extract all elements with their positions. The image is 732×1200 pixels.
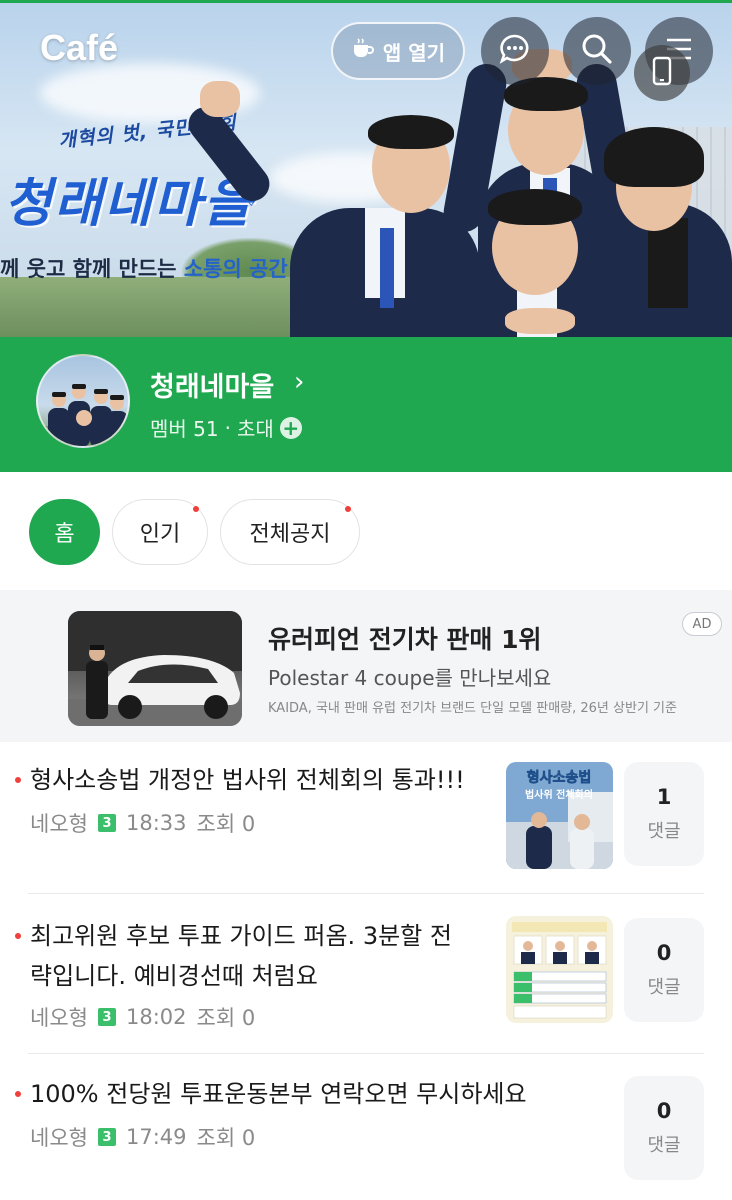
- comment-label: 댓글: [647, 821, 681, 842]
- search-icon: [580, 32, 614, 70]
- phone-icon: [651, 56, 673, 90]
- cafe-avatar[interactable]: [36, 354, 130, 448]
- ad-title[interactable]: 유러피언 전기차 판매 1위: [268, 620, 542, 656]
- post-item[interactable]: 형사소송법 개정안 법사위 전체회의 통과!!! 네오형 3 18:33 조회 …: [0, 742, 732, 892]
- post-time: 17:49: [125, 1125, 187, 1149]
- new-dot: [15, 777, 21, 783]
- search-button[interactable]: [563, 17, 631, 85]
- tab-home[interactable]: 홈: [29, 499, 100, 565]
- ad-badge[interactable]: AD: [682, 612, 722, 636]
- comment-count: 1: [656, 785, 672, 809]
- level-badge: 3: [97, 1008, 116, 1026]
- post-meta: 네오형 3 18:33 조회 0: [30, 808, 255, 838]
- post-author[interactable]: 네오형: [30, 1002, 88, 1032]
- comment-count-box[interactable]: 1 댓글: [624, 762, 704, 866]
- comment-count-box[interactable]: 0 댓글: [624, 1076, 704, 1180]
- cafe-banner: 개혁의 벗, 국민의 힘 청래네마을 ♡ 께 웃고 함께 만드는 소통의 공간: [0, 0, 732, 337]
- post-title[interactable]: 최고위원 후보 투표 가이드 퍼옴. 3분할 전 략입니다. 예비경선때 처럼요: [30, 916, 452, 996]
- post-meta: 네오형 3 18:02 조회 0: [30, 1002, 255, 1032]
- cafe-meta: 멤버 51 · 초대 +: [150, 413, 302, 442]
- new-dot: [193, 506, 199, 512]
- post-author[interactable]: 네오형: [30, 1122, 88, 1152]
- ad-banner[interactable]: 유러피언 전기차 판매 1위 Polestar 4 coupe를 만나보세요 K…: [0, 590, 732, 742]
- cafe-info-bar: 청래네마을 › 멤버 51 · 초대 +: [0, 337, 732, 472]
- tab-label: 홈: [54, 522, 75, 547]
- app-open-button[interactable]: 앱 열기: [331, 22, 465, 80]
- tab-label: 인기: [139, 522, 181, 547]
- cafe-logo[interactable]: Café: [40, 27, 118, 69]
- ad-image[interactable]: [68, 611, 242, 726]
- comment-count: 0: [656, 1099, 672, 1123]
- cafe-name-link[interactable]: 청래네마을: [150, 365, 274, 404]
- app-open-label: 앱 열기: [382, 40, 446, 65]
- member-count: 멤버 51: [150, 417, 219, 441]
- post-title[interactable]: 형사소송법 개정안 법사위 전체회의 통과!!!: [30, 760, 465, 800]
- post-thumbnail[interactable]: 형사소송법 법사위 전체회의: [506, 762, 613, 869]
- post-item[interactable]: 100% 전당원 투표운동본부 연락오면 무시하세요 네오형 3 17:49 조…: [0, 1054, 732, 1200]
- post-views: 조회 0: [196, 1006, 256, 1030]
- banner-slogan-big: 청래네마을: [4, 174, 254, 234]
- comment-count: 0: [656, 941, 672, 965]
- tab-notice[interactable]: 전체공지: [220, 499, 360, 565]
- cafe-tabs: 홈 인기 전체공지: [0, 472, 732, 590]
- post-time: 18:02: [125, 1005, 187, 1029]
- banner-slogan-line-prefix: 께 웃고 함께 만드는: [0, 257, 184, 281]
- comment-label: 댓글: [647, 977, 681, 998]
- post-views: 조회 0: [196, 1126, 256, 1150]
- thumb-caption: 형사소송법: [527, 769, 591, 786]
- invite-label[interactable]: 초대: [237, 413, 274, 442]
- post-title-line: 최고위원 후보 투표 가이드 퍼옴. 3분할 전: [30, 922, 452, 950]
- post-meta: 네오형 3 17:49 조회 0: [30, 1122, 255, 1152]
- banner-slogan-line-highlight: 소통의 공간: [183, 257, 288, 281]
- coffee-cup-icon: [351, 37, 375, 65]
- banner-slogan-line: 께 웃고 함께 만드는 소통의 공간: [0, 253, 288, 283]
- level-badge: 3: [97, 1128, 116, 1146]
- post-thumbnail[interactable]: [506, 916, 613, 1023]
- ad-note: KAIDA, 국내 판매 유럽 전기차 브랜드 단일 모델 판매량, 26년 상…: [268, 701, 677, 716]
- thumb-caption: 법사위 전체회의: [525, 788, 593, 801]
- new-dot: [15, 933, 21, 939]
- tab-label: 전체공지: [249, 522, 331, 547]
- chat-button[interactable]: [481, 17, 549, 85]
- meta-separator: ·: [224, 415, 231, 440]
- post-title[interactable]: 100% 전당원 투표운동본부 연락오면 무시하세요: [30, 1074, 527, 1114]
- invite-plus-icon[interactable]: +: [279, 416, 302, 439]
- comment-label: 댓글: [647, 1135, 681, 1156]
- post-time: 18:33: [125, 811, 187, 835]
- ad-subtitle[interactable]: Polestar 4 coupe를 만나보세요: [268, 662, 551, 691]
- new-dot: [345, 506, 351, 512]
- level-badge: 3: [97, 814, 116, 832]
- post-views: 조회 0: [196, 812, 256, 836]
- chevron-right-icon[interactable]: ›: [294, 367, 304, 397]
- phone-view-button[interactable]: [634, 45, 690, 101]
- post-title-line: 략입니다. 예비경선때 처럼요: [30, 962, 318, 990]
- post-item[interactable]: 최고위원 후보 투표 가이드 퍼옴. 3분할 전 략입니다. 예비경선때 처럼요…: [0, 894, 732, 1052]
- chat-bubble-icon: [498, 32, 532, 70]
- post-author[interactable]: 네오형: [30, 808, 88, 838]
- comment-count-box[interactable]: 0 댓글: [624, 918, 704, 1022]
- new-dot: [15, 1091, 21, 1097]
- tab-popular[interactable]: 인기: [112, 499, 208, 565]
